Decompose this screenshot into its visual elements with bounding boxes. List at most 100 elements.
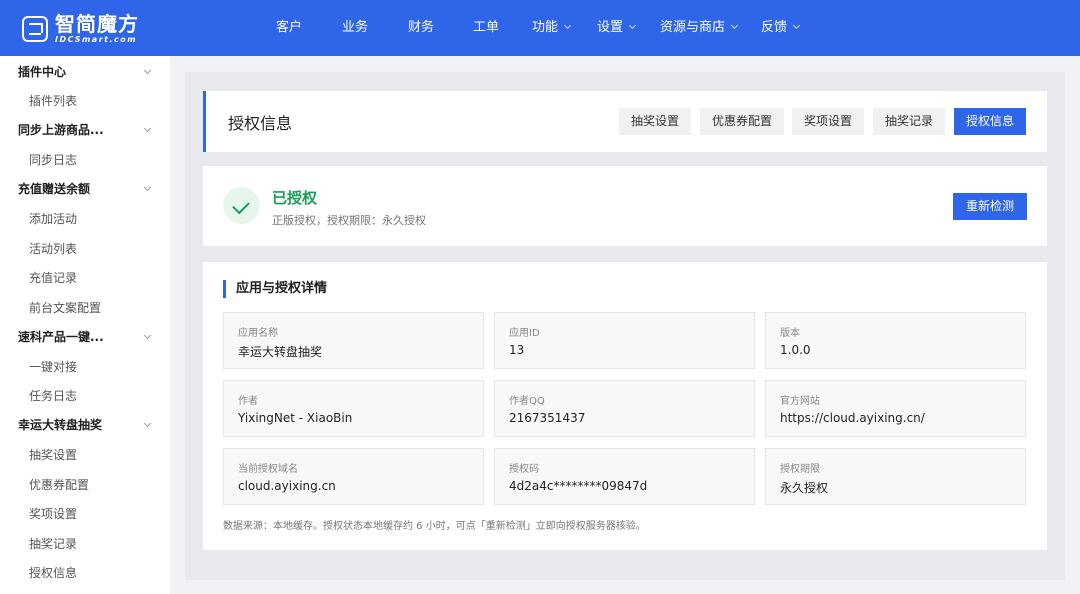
field-label: 官方网站: [780, 396, 820, 407]
sidebar-item-sync-log[interactable]: 同步日志: [0, 145, 170, 175]
tab-prize-settings[interactable]: 奖项设置: [792, 108, 865, 135]
sidebar-item-label: 充值赠送余额: [18, 182, 91, 196]
sidebar-item-lottery-settings[interactable]: 抽奖设置: [0, 440, 170, 470]
field-license-period: 授权期限 永久授权: [765, 448, 1026, 505]
field-value: cloud.ayixing.cn: [238, 479, 336, 493]
sidebar-item-label: 优惠券配置: [29, 478, 90, 492]
field-label: 作者QQ: [509, 396, 545, 407]
field-value: 13: [509, 343, 525, 357]
sidebar-item-recharge-records[interactable]: 充值记录: [0, 263, 170, 293]
tab-lottery-records[interactable]: 抽奖记录: [873, 108, 946, 135]
field-value: YixingNet - XiaoBin: [238, 411, 353, 425]
logo[interactable]: 智简魔方 IDCSmart.com: [22, 12, 139, 46]
sidebar-item-lottery-records[interactable]: 抽奖记录: [0, 529, 170, 559]
sidebar-item-label: 幸运大转盘抽奖: [18, 418, 103, 432]
nav-label: 财务: [408, 20, 435, 35]
nav-feedback[interactable]: 反馈: [761, 0, 801, 56]
sidebar-item-label: 任务日志: [29, 389, 78, 403]
field-value: 4d2a4c********09847d: [509, 479, 648, 493]
nav-label: 业务: [342, 20, 369, 35]
sidebar-item-prize-settings[interactable]: 奖项设置: [0, 499, 170, 529]
field-license-code: 授权码 4d2a4c********09847d: [494, 448, 755, 505]
sidebar-group-lucky-wheel[interactable]: 幸运大转盘抽奖: [0, 410, 170, 440]
sidebar-item-label: 插件中心: [18, 65, 67, 79]
sidebar-item-license-info[interactable]: 授权信息: [0, 558, 170, 588]
license-status-card: 已授权 正版授权，授权期限：永久授权 重新检测: [203, 166, 1047, 246]
nav-label: 工单: [473, 20, 500, 35]
logo-icon: [22, 16, 48, 42]
logo-name: 智简魔方: [55, 12, 139, 36]
sidebar-item-activity-list[interactable]: 活动列表: [0, 234, 170, 264]
chevron-down-icon: [143, 419, 152, 428]
field-value: 永久授权: [780, 481, 829, 495]
nav-features[interactable]: 功能: [532, 0, 572, 56]
field-app-name: 应用名称 幸运大转盘抽奖: [223, 312, 484, 369]
top-navbar: 智简魔方 IDCSmart.com 客户 业务 财务 工单 功能 设置 资源与商…: [0, 0, 1080, 56]
field-label: 应用ID: [509, 328, 540, 339]
sidebar-item-label: 添加活动: [29, 212, 78, 226]
sidebar-group-suke-product[interactable]: 速科产品一键...: [0, 322, 170, 352]
sidebar-item-label: 速科产品一键...: [18, 330, 104, 344]
chevron-down-icon: [143, 183, 152, 192]
sidebar-item-label: 活动列表: [29, 242, 78, 256]
field-app-id: 应用ID 13: [494, 312, 755, 369]
sidebar-group-plugin-center[interactable]: 插件中心: [0, 57, 170, 87]
field-label: 授权期限: [780, 464, 820, 475]
sidebar-item-label: 充值记录: [29, 271, 78, 285]
chevron-down-icon: [143, 124, 152, 133]
sidebar-item-frontend-copy[interactable]: 前台文案配置: [0, 293, 170, 323]
field-label: 应用名称: [238, 328, 278, 339]
nav-customers[interactable]: 客户: [276, 0, 302, 56]
chevron-down-icon: [628, 21, 637, 30]
tab-coupon-config[interactable]: 优惠券配置: [700, 108, 785, 135]
sidebar-item-label: 抽奖设置: [29, 448, 78, 462]
sidebar-item-label: 前台文案配置: [29, 301, 102, 315]
field-label: 版本: [780, 328, 800, 339]
logo-domain: IDCSmart.com: [55, 35, 138, 44]
sidebar: 插件中心 插件列表 同步上游商品... 同步日志 充值赠送余额 添加活动 活动列…: [0, 56, 170, 594]
tab-license-info[interactable]: 授权信息: [954, 108, 1027, 135]
section-title: 应用与授权详情: [223, 280, 327, 298]
nav-label: 功能: [532, 20, 559, 35]
field-official-website: 官方网站 https://cloud.ayixing.cn/: [765, 380, 1026, 437]
sidebar-item-coupon-config[interactable]: 优惠券配置: [0, 470, 170, 500]
nav-tickets[interactable]: 工单: [473, 0, 499, 56]
tab-lottery-settings[interactable]: 抽奖设置: [619, 108, 692, 135]
sidebar-item-add-activity[interactable]: 添加活动: [0, 204, 170, 234]
data-source-note: 数据来源：本地缓存。授权状态本地缓存约 6 小时，可点「重新检测」立即向授权服务…: [223, 521, 646, 532]
sidebar-item-plugin-list[interactable]: 插件列表: [0, 86, 170, 116]
sidebar-group-sync-upstream[interactable]: 同步上游商品...: [0, 115, 170, 145]
sidebar-item-label: 抽奖记录: [29, 537, 78, 551]
nav-label: 设置: [597, 20, 624, 35]
nav-business[interactable]: 业务: [342, 0, 368, 56]
check-icon: [223, 187, 260, 224]
license-details-card: 应用与授权详情 应用名称 幸运大转盘抽奖 应用ID 13 版本 1.0.0 作者…: [203, 262, 1047, 550]
field-label: 授权码: [509, 464, 539, 475]
nav-settings[interactable]: 设置: [597, 0, 637, 56]
sidebar-item-task-log[interactable]: 任务日志: [0, 381, 170, 411]
chevron-down-icon: [143, 331, 152, 340]
sidebar-item-label: 授权信息: [29, 566, 78, 580]
chevron-down-icon: [730, 21, 739, 30]
sidebar-item-label: 同步日志: [29, 153, 78, 167]
field-licensed-domain: 当前授权域名 cloud.ayixing.cn: [223, 448, 484, 505]
chevron-down-icon: [792, 21, 801, 30]
field-value: https://cloud.ayixing.cn/: [780, 411, 925, 425]
nav-resources-store[interactable]: 资源与商店: [660, 0, 739, 56]
sidebar-item-one-click-connect[interactable]: 一键对接: [0, 352, 170, 382]
field-label: 当前授权域名: [238, 464, 298, 475]
nav-label: 反馈: [761, 20, 788, 35]
sidebar-item-label: 插件列表: [29, 94, 78, 108]
page-header-card: 授权信息 抽奖设置 优惠券配置 奖项设置 抽奖记录 授权信息: [203, 91, 1047, 152]
nav-label: 资源与商店: [660, 20, 726, 35]
sidebar-group-recharge-bonus[interactable]: 充值赠送余额: [0, 174, 170, 204]
license-status-title: 已授权: [272, 189, 318, 207]
chevron-down-icon: [563, 21, 572, 30]
field-value: 2167351437: [509, 411, 586, 425]
recheck-button[interactable]: 重新检测: [952, 193, 1027, 220]
nav-finance[interactable]: 财务: [408, 0, 434, 56]
field-value: 幸运大转盘抽奖: [238, 345, 323, 359]
logo-text: 智简魔方 IDCSmart.com: [55, 14, 139, 44]
sidebar-item-label: 一键对接: [29, 360, 78, 374]
field-label: 作者: [238, 396, 258, 407]
